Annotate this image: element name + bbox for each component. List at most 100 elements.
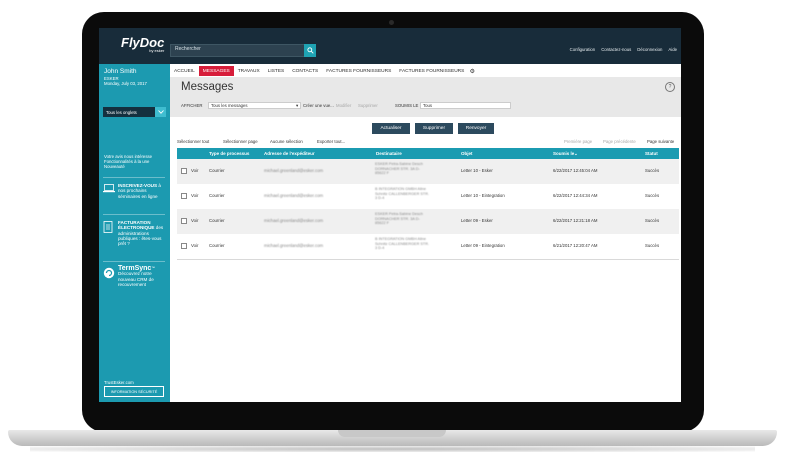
row-checkbox[interactable] [181, 243, 187, 249]
search-icon [306, 47, 314, 54]
status: Succès [645, 193, 660, 198]
recipient: ESKER Petra-Sabine Desch DORNACHER STR. … [375, 162, 423, 176]
table-row[interactable]: Voir Courrier michael.greenland@esker.co… [177, 159, 679, 184]
row-checkbox[interactable] [181, 168, 187, 174]
promo-einvoicing[interactable]: FACTURATION ÉLECTRONIQUE des administrat… [103, 220, 167, 258]
sender-address: michael.greenland@esker.com [264, 168, 324, 173]
link-configuration[interactable]: Configuration [570, 47, 596, 52]
process-type: Courrier [209, 168, 225, 173]
search-input[interactable]: Rechercher [175, 46, 201, 52]
col-sender[interactable]: Adresse de l'expéditeur [264, 151, 315, 156]
tab-factures-fournisseurs-2[interactable]: FACTURES FOURNISSEURS [395, 66, 468, 76]
first-page-link: Première page [564, 139, 593, 144]
flydoc-logo[interactable]: FlyDoc by esker [121, 35, 164, 53]
search-button[interactable] [304, 44, 316, 57]
tabs-select-toggle[interactable] [155, 107, 166, 117]
tab-travaux[interactable]: TRAVAUX [234, 66, 264, 76]
tab-contacts[interactable]: CONTACTS [288, 66, 322, 76]
promo-webinars[interactable]: INSCRIVEZ-VOUS à nos prochains séminaire… [103, 183, 167, 209]
show-label: AFFICHER [181, 103, 203, 108]
link-logout[interactable]: Déconnexion [637, 47, 662, 52]
col-type[interactable]: Type de processus [209, 151, 249, 156]
status: Succès [645, 218, 660, 223]
next-page-link[interactable]: Page suivante [647, 139, 674, 144]
sender-address: michael.greenland@esker.com [264, 243, 324, 248]
gear-icon[interactable]: ⚙ [468, 66, 476, 76]
submitted-filter[interactable]: Tous [420, 102, 511, 109]
submitted-date: 6/22/2017 12:21:18 AM [553, 218, 598, 223]
col-recipient[interactable]: Destinataire [376, 151, 402, 156]
select-page-link[interactable]: Sélectionner page [223, 139, 258, 144]
select-caret-icon: ▾ [296, 103, 299, 108]
table-row[interactable]: Voir Courrier michael.greenland@esker.co… [177, 234, 679, 259]
recipient: B INTEGRATION GMBH Aline Schnitz CALLENB… [375, 187, 430, 201]
laptop-notch [338, 430, 446, 437]
row-checkbox[interactable] [181, 193, 187, 199]
clear-selection-link[interactable]: Aucune sélection [270, 139, 303, 144]
table-row[interactable]: Voir Courrier michael.greenland@esker.co… [177, 184, 679, 209]
app-screen: FlyDoc by esker Rechercher Configuration… [99, 28, 681, 402]
laptop-icon [103, 184, 115, 193]
document-icon [103, 221, 113, 233]
sidebar-divider [103, 214, 165, 215]
create-view-link[interactable]: Créer une vue... [303, 103, 334, 108]
security-info-button[interactable]: INFORMATION SÉCURITÉ [104, 386, 164, 397]
termsync-logo-icon [103, 267, 115, 279]
promo-termsync-trademark: ™ [151, 266, 155, 270]
sidebar-divider [103, 177, 165, 178]
tab-listes[interactable]: LISTES [264, 66, 289, 76]
tab-messages[interactable]: MESSAGES [198, 66, 234, 76]
promo-webinars-title: INSCRIVEZ-VOUS [118, 183, 158, 188]
nav-tabs: ACCUEIL MESSAGES TRAVAUX LISTES CONTACTS… [170, 66, 476, 76]
search-box[interactable]: Rechercher [170, 44, 316, 57]
col-submitted[interactable]: Soumis le [553, 151, 574, 156]
recipient: ESKER Petra-Sabine Desch DORNACHER STR. … [375, 212, 423, 226]
previous-page-link: Page précédente [603, 139, 636, 144]
promo-einvoicing-title: FACTURATION ÉLECTRONIQUE [118, 220, 155, 231]
tab-factures-fournisseurs[interactable]: FACTURES FOURNISSEURS [322, 66, 395, 76]
subject: Letter 09 - Esker [461, 218, 493, 223]
page-header [170, 77, 681, 117]
resend-button[interactable]: Renvoyer [458, 123, 494, 134]
delete-view-link: Supprimer [358, 103, 378, 108]
sidebar: John Smith ESKER Monday, July 03, 2017 T… [99, 64, 170, 402]
esker-logo [121, 398, 145, 401]
top-bar: FlyDoc by esker Rechercher Configuration… [99, 28, 681, 64]
view-link[interactable]: Voir [191, 193, 198, 198]
delete-button[interactable]: Supprimer [415, 123, 453, 134]
link-help[interactable]: Aide [668, 47, 677, 52]
modify-view-link: Modifier [336, 103, 352, 108]
col-status[interactable]: Statut [645, 151, 658, 156]
top-links: Configuration Contactez-nous Déconnexion… [570, 47, 677, 52]
process-type: Courrier [209, 193, 225, 198]
subject: Letter 10 - Eintegration [461, 193, 505, 198]
sidebar-info-links[interactable]: Votre avis nous intéresse Fonctionnalité… [104, 154, 166, 170]
laptop-shadow [30, 446, 755, 452]
row-checkbox[interactable] [181, 218, 187, 224]
user-date: Monday, July 03, 2017 [104, 81, 147, 86]
view-link[interactable]: Voir [191, 243, 198, 248]
view-link[interactable]: Voir [191, 218, 198, 223]
process-type: Courrier [209, 218, 225, 223]
refresh-button[interactable]: Actualiser [372, 123, 410, 134]
view-link[interactable]: Voir [191, 168, 198, 173]
col-subject[interactable]: Objet [461, 151, 473, 156]
status: Succès [645, 243, 660, 248]
table-row[interactable]: Voir Courrier michael.greenland@esker.co… [177, 209, 679, 234]
user-name: John Smith [104, 68, 137, 75]
trust-esker-link[interactable]: TrustEsker.com [104, 380, 134, 385]
recipient: B INTEGRATION GMBH Aline Schnitz CALLENB… [375, 237, 430, 251]
tab-accueil[interactable]: ACCUEIL [170, 66, 199, 76]
show-filter-select[interactable]: Tous les messages [208, 102, 301, 109]
select-all-link[interactable]: Sélectionner tout [177, 139, 209, 144]
tabs-select[interactable]: Tous les onglets [103, 107, 155, 117]
promo-termsync[interactable]: TermSync™ Découvrez notre nouveau CRM de… [103, 265, 167, 300]
chevron-down-icon [157, 110, 164, 114]
help-icon[interactable]: ? [665, 82, 675, 92]
sort-desc-icon[interactable]: ⌄ [574, 151, 578, 157]
link-contact[interactable]: Contactez-nous [601, 47, 631, 52]
submitted-date: 6/22/2017 12:45:04 AM [553, 168, 598, 173]
export-all-link[interactable]: Exporter tout... [317, 139, 345, 144]
subject: Letter 09 - Eintegration [461, 243, 505, 248]
row-divider [177, 259, 679, 260]
